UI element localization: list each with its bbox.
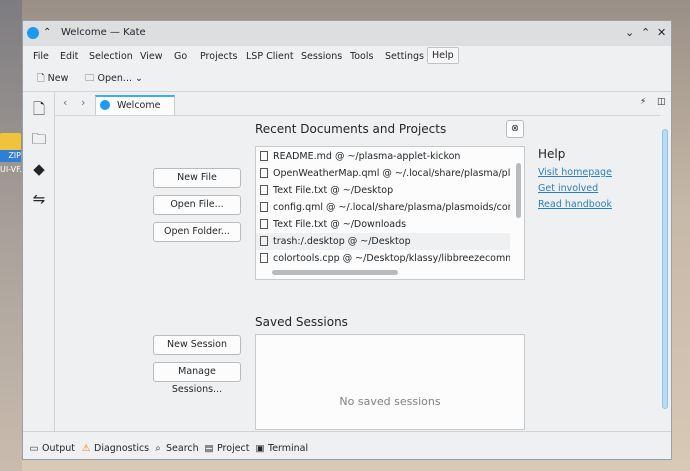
document-icon — [260, 202, 268, 212]
window-title: Welcome — Kate — [61, 27, 146, 38]
kate-window: ⌃ Welcome — Kate ⌄ ⌃ ✕ File Edit Selecti… — [22, 20, 672, 460]
clear-icon: ⊗ — [511, 123, 519, 134]
tabbar: ‹ › Welcome ⚡ ◫ — [55, 93, 671, 115]
symbols-icon[interactable]: ⇋ — [31, 190, 47, 208]
diagnostics-tab[interactable]: ⚠ Diagnostics — [81, 443, 149, 454]
menu-selection[interactable]: Selection — [85, 49, 137, 64]
filesystem-browser-icon[interactable]: 🗀 — [31, 130, 47, 148]
maximize-icon[interactable]: ⌃ — [641, 26, 650, 39]
project-tab[interactable]: ▤ Project — [204, 443, 250, 454]
minimize-icon[interactable]: ⌄ — [625, 26, 634, 39]
open-button[interactable]: 🗀 Open... ⌄ — [85, 71, 143, 87]
open-folder-button[interactable]: Open Folder... — [153, 222, 241, 242]
document-icon — [260, 185, 268, 195]
warning-icon: ⚠ — [81, 443, 91, 454]
tab-label: Welcome — [117, 100, 161, 111]
menu-edit[interactable]: Edit — [56, 49, 82, 64]
open-file-button[interactable]: Open File... — [153, 195, 241, 215]
back-arrow-icon[interactable]: ‹ — [63, 96, 67, 109]
new-label: New — [47, 73, 69, 84]
menu-view[interactable]: View — [136, 49, 167, 64]
recent-vscroll-thumb[interactable] — [516, 163, 521, 218]
folder-icon: 🗀 — [85, 73, 95, 84]
split-view-icon[interactable]: ◫ — [657, 97, 666, 107]
menu-file[interactable]: File — [29, 49, 53, 64]
document-icon — [260, 151, 268, 161]
document-icon — [260, 168, 268, 178]
read-handbook-link[interactable]: Read handbook — [538, 199, 612, 210]
terminal-icon: ▣ — [255, 443, 265, 454]
recent-vertical-scrollbar[interactable] — [515, 149, 523, 279]
statusbar: ▭ Output ⚠ Diagnostics ⌕ Search ▤ Project ▣ T… — [23, 431, 671, 460]
zip-label: ZIP — [0, 150, 21, 162]
menu-sessions[interactable]: Sessions — [297, 49, 346, 64]
list-item[interactable]: Text File.txt @ ~/Downloads — [256, 216, 510, 233]
quick-open-icon[interactable]: ⚡ — [640, 97, 646, 107]
list-item[interactable]: Text File.txt @ ~/Desktop — [256, 182, 510, 199]
project-icon: ▤ — [204, 443, 214, 454]
desktop-background — [0, 0, 22, 471]
no-sessions-text: No saved sessions — [339, 395, 441, 408]
output-tab[interactable]: ▭ Output — [29, 443, 76, 454]
terminal-tab[interactable]: ▣ Terminal — [255, 443, 309, 454]
toolbar: 🗋 New 🗀 Open... ⌄ — [23, 67, 671, 92]
document-icon — [260, 253, 268, 263]
menu-help[interactable]: Help — [427, 47, 459, 64]
kate-tab-icon — [100, 100, 110, 110]
search-icon: ⌕ — [155, 443, 161, 454]
document-icon — [260, 236, 268, 246]
menu-projects[interactable]: Projects — [196, 49, 241, 64]
recent-hscroll-thumb[interactable] — [272, 270, 398, 275]
close-icon[interactable]: ✕ — [657, 26, 666, 39]
list-item[interactable]: README.md @ ~/plasma-applet-kickon — [256, 148, 510, 165]
documents-icon[interactable]: 🗋 — [31, 100, 47, 118]
menu-go[interactable]: Go — [170, 49, 191, 64]
manage-sessions-button[interactable]: Manage Sessions... — [153, 362, 241, 395]
list-item[interactable]: colortools.cpp @ ~/Desktop/klassy/libbre… — [256, 250, 510, 267]
clear-recent-button[interactable]: ⊗ — [506, 120, 524, 138]
new-document-icon: 🗋 — [37, 73, 45, 84]
list-item[interactable]: OpenWeatherMap.qml @ ~/.local/share/plas… — [256, 165, 510, 182]
chevron-down-icon[interactable]: ⌄ — [135, 73, 143, 84]
new-file-button[interactable]: New File — [153, 168, 241, 188]
kate-app-icon — [27, 27, 39, 39]
list-item[interactable]: trash:/.desktop @ ~/Desktop — [256, 233, 510, 250]
tab-welcome[interactable]: Welcome — [95, 95, 175, 115]
new-session-button[interactable]: New Session — [153, 335, 241, 355]
sessions-list: No saved sessions — [255, 334, 525, 430]
titlebar: ⌃ Welcome — Kate ⌄ ⌃ ✕ — [23, 21, 671, 46]
recent-title: Recent Documents and Projects — [255, 122, 447, 136]
visit-homepage-link[interactable]: Visit homepage — [538, 167, 612, 178]
help-title: Help — [538, 147, 566, 161]
open-label: Open... — [97, 73, 132, 84]
keep-above-icon[interactable]: ⌃ — [43, 27, 51, 38]
recent-list: README.md @ ~/plasma-applet-kickon OpenW… — [255, 146, 525, 280]
menu-settings[interactable]: Settings — [381, 49, 428, 64]
menu-tools[interactable]: Tools — [346, 49, 377, 64]
menu-lsp-client[interactable]: LSP Client — [242, 49, 298, 64]
list-item[interactable]: config.qml @ ~/.local/share/plasma/plasm… — [256, 199, 510, 216]
git-icon[interactable]: ◆ — [31, 160, 47, 178]
new-button[interactable]: 🗋 New — [37, 71, 68, 87]
sessions-title: Saved Sessions — [255, 315, 348, 329]
welcome-view: Recent Documents and Projects ⊗ New File… — [55, 115, 660, 432]
menubar: File Edit Selection View Go Projects LSP… — [23, 46, 671, 66]
vscroll-thumb[interactable] — [662, 129, 668, 409]
left-sidebar: 🗋 🗀 ◆ ⇋ — [23, 92, 55, 431]
vertical-scrollbar[interactable] — [660, 115, 671, 431]
document-icon — [260, 219, 268, 229]
search-tab[interactable]: ⌕ Search — [153, 443, 198, 454]
output-icon: ▭ — [29, 443, 39, 454]
forward-arrow-icon[interactable]: › — [81, 96, 85, 109]
get-involved-link[interactable]: Get involved — [538, 183, 598, 194]
